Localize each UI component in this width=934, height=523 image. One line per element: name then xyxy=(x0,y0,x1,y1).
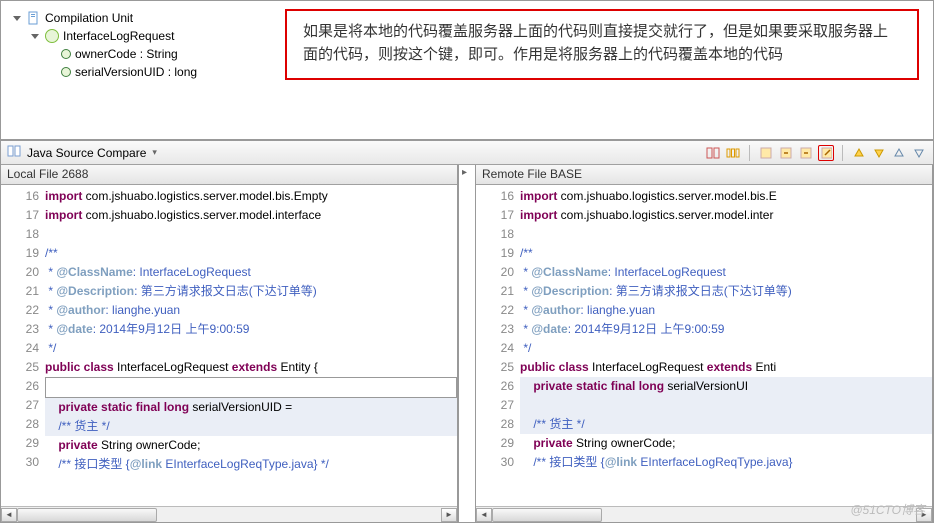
next-change-icon[interactable] xyxy=(891,145,907,161)
scroll-thumb[interactable] xyxy=(17,508,157,522)
code-line[interactable] xyxy=(45,225,457,244)
code-line[interactable]: * @Description: 第三方请求报文日志(下达订单等) xyxy=(520,282,932,301)
right-panel: Remote File BASE 16171819202122232425262… xyxy=(476,165,933,522)
code-line[interactable]: private static final long serialVersionU… xyxy=(520,377,932,396)
code-line[interactable]: private String ownerCode; xyxy=(520,434,932,453)
right-gutter: 161718192021222324252627282930 xyxy=(490,185,518,506)
left-code[interactable]: import com.jshuabo.logistics.server.mode… xyxy=(43,185,457,506)
h-scrollbar[interactable]: ◄ ► xyxy=(1,506,457,522)
compare-title: Java Source Compare xyxy=(27,146,146,160)
left-header: Local File 2688 xyxy=(1,165,457,185)
code-line[interactable]: /** 货主 */ xyxy=(520,415,932,434)
prev-change-icon[interactable] xyxy=(911,145,927,161)
code-line[interactable]: import com.jshuabo.logistics.server.mode… xyxy=(520,187,932,206)
copy-left-icon[interactable] xyxy=(778,145,794,161)
field-icon xyxy=(61,49,71,59)
prev-diff-icon[interactable] xyxy=(871,145,887,161)
compare-body: Local File 2688 161718192021222324252627… xyxy=(1,165,933,522)
watermark: @51CTO博客 xyxy=(850,501,925,518)
tree-node-label: InterfaceLogRequest xyxy=(63,29,174,43)
marker-column xyxy=(1,185,15,506)
left-panel: Local File 2688 161718192021222324252627… xyxy=(1,165,458,522)
code-line[interactable] xyxy=(45,377,457,398)
code-line[interactable]: * @ClassName: InterfaceLogRequest xyxy=(520,263,932,282)
code-line[interactable]: /** 接口类型 {@link EInterfaceLogReqType.jav… xyxy=(520,453,932,472)
code-line[interactable]: * @author: lianghe.yuan xyxy=(520,301,932,320)
code-line[interactable] xyxy=(520,225,932,244)
code-line[interactable]: */ xyxy=(45,339,457,358)
copy-all-left-icon[interactable] xyxy=(758,145,774,161)
code-line[interactable]: public class InterfaceLogRequest extends… xyxy=(45,358,457,377)
java-compare-icon xyxy=(7,144,21,161)
code-line[interactable]: * @ClassName: InterfaceLogRequest xyxy=(45,263,457,282)
code-line[interactable]: import com.jshuabo.logistics.server.mode… xyxy=(45,206,457,225)
code-line[interactable]: * @date: 2014年9月12日 上午9:00:59 xyxy=(45,320,457,339)
scroll-left-icon[interactable]: ◄ xyxy=(1,508,17,522)
right-code[interactable]: import com.jshuabo.logistics.server.mode… xyxy=(518,185,932,506)
code-line[interactable]: * @Description: 第三方请求报文日志(下达订单等) xyxy=(45,282,457,301)
swap-panes-icon[interactable] xyxy=(705,145,721,161)
left-code-area[interactable]: 161718192021222324252627282930 import co… xyxy=(1,185,457,506)
code-line[interactable]: /** xyxy=(45,244,457,263)
code-line[interactable] xyxy=(520,396,932,415)
copy-right-icon[interactable] xyxy=(798,145,814,161)
expand-icon xyxy=(13,16,21,21)
left-gutter: 161718192021222324252627282930 xyxy=(15,185,43,506)
outline-pane: Compilation Unit InterfaceLogRequest own… xyxy=(1,1,933,141)
code-line[interactable]: */ xyxy=(520,339,932,358)
tree-node-label: serialVersionUID : long xyxy=(75,65,197,79)
code-line[interactable]: private String ownerCode; xyxy=(45,436,457,455)
tree-node-label: Compilation Unit xyxy=(45,11,133,25)
code-line[interactable]: public class InterfaceLogRequest extends… xyxy=(520,358,932,377)
code-line[interactable]: * @date: 2014年9月12日 上午9:00:59 xyxy=(520,320,932,339)
code-line[interactable]: /** xyxy=(520,244,932,263)
compare-toolbar: Java Source Compare ▾ xyxy=(1,141,933,165)
scroll-left-icon[interactable]: ◄ xyxy=(476,508,492,522)
code-line[interactable]: /** 接口类型 {@link EInterfaceLogReqType.jav… xyxy=(45,455,457,474)
field-icon xyxy=(61,67,71,77)
next-diff-icon[interactable] xyxy=(851,145,867,161)
code-line[interactable]: * @author: lianghe.yuan xyxy=(45,301,457,320)
code-line[interactable]: private static final long serialVersionU… xyxy=(45,398,457,417)
dropdown-icon[interactable]: ▾ xyxy=(152,147,157,158)
annotation-callout: 如果是将本地的代码覆盖服务器上面的代码则直接提交就行了，但是如果要采取服务器上面… xyxy=(285,9,919,80)
splitter-arrow-icon: ▸ xyxy=(462,167,467,178)
scroll-thumb[interactable] xyxy=(492,508,602,522)
separator xyxy=(749,145,750,161)
code-line[interactable]: /** 货主 */ xyxy=(45,417,457,436)
expand-icon xyxy=(31,34,39,39)
code-line[interactable]: import com.jshuabo.logistics.server.mode… xyxy=(45,187,457,206)
copy-from-remote-icon[interactable] xyxy=(818,145,834,161)
code-line[interactable]: import com.jshuabo.logistics.server.mode… xyxy=(520,206,932,225)
compilation-unit-icon xyxy=(27,11,41,25)
right-code-area[interactable]: 161718192021222324252627282930 import co… xyxy=(476,185,932,506)
marker-column xyxy=(476,185,490,506)
compare-splitter[interactable]: ▸ xyxy=(458,165,476,522)
tree-node-label: ownerCode : String xyxy=(75,47,178,61)
class-icon xyxy=(45,29,59,43)
scroll-right-icon[interactable]: ► xyxy=(441,508,457,522)
three-way-icon[interactable] xyxy=(725,145,741,161)
separator xyxy=(842,145,843,161)
right-header: Remote File BASE xyxy=(476,165,932,185)
